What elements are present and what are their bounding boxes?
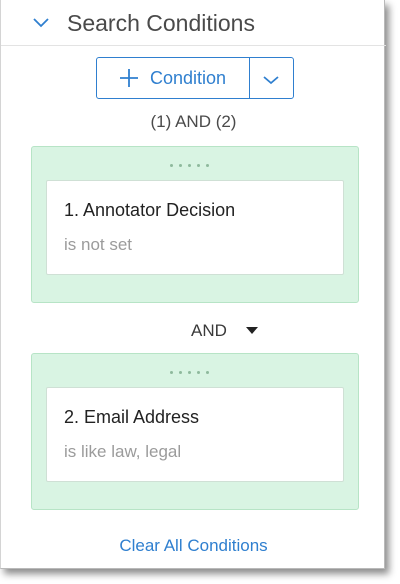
condition-group-2: 2. Email Address is like law, legal — [31, 353, 359, 510]
plus-icon — [120, 69, 138, 87]
search-conditions-panel: Search Conditions Condition (1) AND (2) … — [0, 0, 386, 569]
chevron-down-icon — [263, 76, 279, 85]
condition-field-name: 2. Email Address — [64, 407, 200, 427]
condition-card-1[interactable]: 1. Annotator Decision is not set — [46, 180, 344, 275]
condition-expression: (1) AND (2) — [150, 112, 237, 131]
group-operator-label: AND — [191, 321, 227, 340]
panel-title: Search Conditions — [67, 10, 255, 36]
condition-group-1: 1. Annotator Decision is not set — [31, 146, 359, 303]
chevron-down-icon[interactable] — [32, 16, 50, 28]
condition-card-2[interactable]: 2. Email Address is like law, legal — [46, 387, 344, 482]
add-condition-label: Condition — [150, 68, 227, 88]
condition-field-name: 1. Annotator Decision — [64, 200, 236, 220]
drag-handle[interactable] — [170, 361, 220, 374]
condition-summary: is like law, legal — [64, 442, 182, 461]
add-condition-split-button: Condition — [96, 57, 294, 99]
drag-handle[interactable] — [170, 154, 220, 167]
add-options-dropdown-button[interactable] — [250, 58, 293, 98]
clear-all-conditions-link[interactable]: Clear All Conditions — [1, 536, 386, 556]
caret-down-icon — [246, 327, 258, 334]
condition-summary: is not set — [64, 235, 133, 254]
panel-header[interactable]: Search Conditions — [1, 0, 386, 46]
add-condition-button[interactable]: Condition — [97, 58, 250, 98]
